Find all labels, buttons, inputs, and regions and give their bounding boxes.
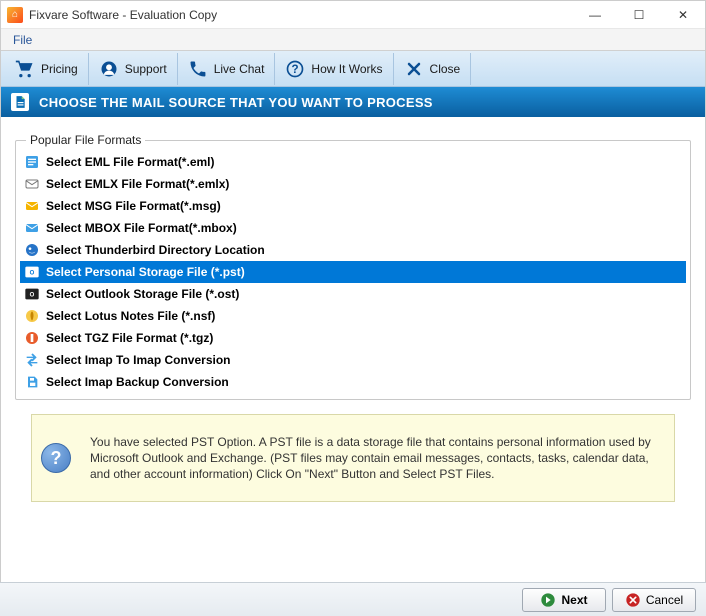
- format-option[interactable]: Select Thunderbird Directory Location: [20, 239, 686, 261]
- info-text: You have selected PST Option. A PST file…: [90, 434, 662, 483]
- format-option-label: Select TGZ File Format (*.tgz): [46, 331, 213, 345]
- howitworks-button[interactable]: ? How It Works: [275, 53, 393, 85]
- imap-icon: [24, 352, 40, 368]
- banner: CHOOSE THE MAIL SOURCE THAT YOU WANT TO …: [1, 87, 705, 117]
- window-title: Fixvare Software - Evaluation Copy: [29, 8, 217, 22]
- next-arrow-icon: [540, 592, 556, 608]
- svg-text:O: O: [30, 271, 35, 277]
- help-icon: ?: [34, 443, 78, 473]
- banner-text: CHOOSE THE MAIL SOURCE THAT YOU WANT TO …: [39, 95, 433, 110]
- format-option-label: Select EML File Format(*.eml): [46, 155, 215, 169]
- main-content: Popular File Formats Select EML File For…: [1, 117, 705, 406]
- phone-icon: [188, 59, 208, 79]
- formats-list: Select EML File Format(*.eml) Select EMLX…: [20, 151, 686, 393]
- format-option[interactable]: Select MBOX File Format(*.mbox): [20, 217, 686, 239]
- close-tool-button[interactable]: Close: [394, 53, 472, 85]
- info-wrapper: ? You have selected PST Option. A PST fi…: [1, 406, 705, 502]
- format-option-label: Select Outlook Storage File (*.ost): [46, 287, 239, 301]
- footer: Next Cancel: [0, 582, 706, 616]
- support-button[interactable]: Support: [89, 53, 178, 85]
- thunderbird-icon: [24, 242, 40, 258]
- close-tool-label: Close: [430, 62, 461, 76]
- close-window-button[interactable]: ✕: [661, 1, 705, 29]
- format-option-label: Select MSG File Format(*.msg): [46, 199, 221, 213]
- tgz-icon: [24, 330, 40, 346]
- formats-group: Popular File Formats Select EML File For…: [15, 133, 691, 400]
- format-option[interactable]: O Select Outlook Storage File (*.ost): [20, 283, 686, 305]
- howitworks-label: How It Works: [311, 62, 382, 76]
- format-option-label: Select MBOX File Format(*.mbox): [46, 221, 237, 235]
- menu-bar: File: [1, 29, 705, 51]
- info-box: ? You have selected PST Option. A PST fi…: [31, 414, 675, 502]
- maximize-button[interactable]: ☐: [617, 1, 661, 29]
- imapbackup-icon: [24, 374, 40, 390]
- livechat-label: Live Chat: [214, 62, 265, 76]
- format-option[interactable]: Select EML File Format(*.eml): [20, 151, 686, 173]
- format-option-label: Select Imap To Imap Conversion: [46, 353, 231, 367]
- format-option-label: Select Thunderbird Directory Location: [46, 243, 265, 257]
- lotus-icon: [24, 308, 40, 324]
- cancel-label: Cancel: [646, 593, 683, 607]
- svg-text:?: ?: [292, 63, 299, 76]
- pst-icon: O: [24, 264, 40, 280]
- menu-file[interactable]: File: [5, 31, 40, 49]
- headset-icon: [99, 59, 119, 79]
- cart-icon: [15, 59, 35, 79]
- support-label: Support: [125, 62, 167, 76]
- format-option-label: Select Imap Backup Conversion: [46, 375, 229, 389]
- format-option[interactable]: Select MSG File Format(*.msg): [20, 195, 686, 217]
- format-option[interactable]: Select Lotus Notes File (*.nsf): [20, 305, 686, 327]
- format-option-label: Select Personal Storage File (*.pst): [46, 265, 245, 279]
- svg-text:O: O: [30, 293, 35, 299]
- app-icon: ⌂: [7, 7, 23, 23]
- window-controls: — ☐ ✕: [573, 1, 705, 29]
- pricing-button[interactable]: Pricing: [5, 53, 89, 85]
- pricing-label: Pricing: [41, 62, 78, 76]
- next-button[interactable]: Next: [522, 588, 606, 612]
- format-option[interactable]: Select TGZ File Format (*.tgz): [20, 327, 686, 349]
- next-label: Next: [561, 593, 587, 607]
- format-option-label: Select EMLX File Format(*.emlx): [46, 177, 229, 191]
- x-icon: [404, 59, 424, 79]
- eml-icon: [24, 154, 40, 170]
- ost-icon: O: [24, 286, 40, 302]
- cancel-button[interactable]: Cancel: [612, 588, 696, 612]
- format-option[interactable]: Select Imap To Imap Conversion: [20, 349, 686, 371]
- cancel-x-icon: [625, 592, 641, 608]
- livechat-button[interactable]: Live Chat: [178, 53, 276, 85]
- mbox-icon: [24, 220, 40, 236]
- format-option-label: Select Lotus Notes File (*.nsf): [46, 309, 215, 323]
- format-option[interactable]: Select Imap Backup Conversion: [20, 371, 686, 393]
- formats-legend: Popular File Formats: [26, 133, 145, 147]
- title-bar: ⌂ Fixvare Software - Evaluation Copy — ☐…: [1, 1, 705, 29]
- minimize-button[interactable]: —: [573, 1, 617, 29]
- format-option[interactable]: Select EMLX File Format(*.emlx): [20, 173, 686, 195]
- emlx-icon: [24, 176, 40, 192]
- question-icon: ?: [285, 59, 305, 79]
- msg-icon: [24, 198, 40, 214]
- document-icon: [11, 93, 29, 111]
- format-option[interactable]: O Select Personal Storage File (*.pst): [20, 261, 686, 283]
- toolbar: Pricing Support Live Chat ? How It Works…: [1, 51, 705, 87]
